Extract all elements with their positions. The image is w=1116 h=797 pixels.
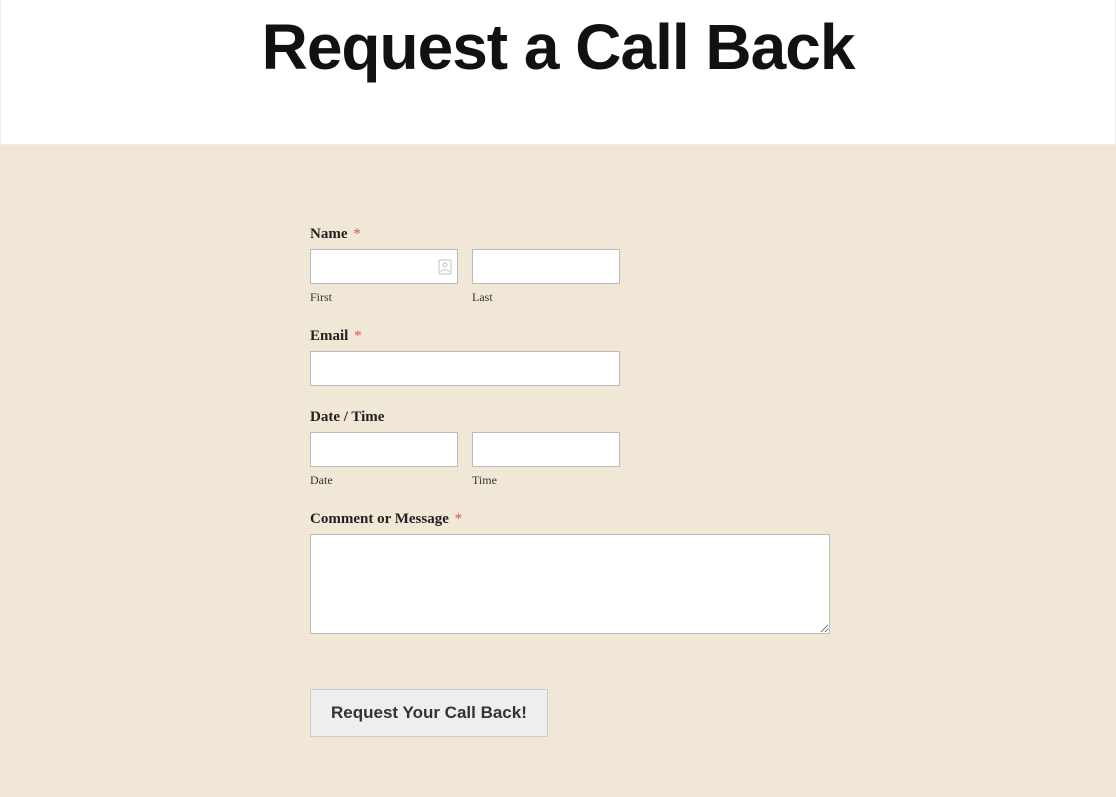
datetime-label: Date / Time (310, 409, 384, 426)
name-field-group: Name * First L (310, 225, 830, 305)
time-col: Time (472, 432, 620, 488)
time-input[interactable] (472, 432, 620, 467)
date-input[interactable] (310, 432, 458, 467)
submit-button[interactable]: Request Your Call Back! (310, 689, 548, 737)
first-name-wrapper (310, 249, 458, 284)
comment-input-row (310, 534, 830, 639)
first-name-col: First (310, 249, 458, 305)
contact-card-icon (438, 259, 452, 275)
first-name-sublabel: First (310, 290, 458, 305)
email-label-text: Email (310, 328, 348, 344)
callback-form: Name * First L (310, 225, 830, 737)
email-required-indicator: * (354, 328, 362, 344)
name-required-indicator: * (353, 226, 361, 242)
page-title: Request a Call Back (1, 0, 1115, 84)
last-name-sublabel: Last (472, 290, 620, 305)
comment-required-indicator: * (455, 511, 463, 527)
date-col: Date (310, 432, 458, 488)
first-name-input[interactable] (310, 249, 458, 284)
comment-field-group: Comment or Message * (310, 510, 830, 639)
email-field-group: Email * (310, 327, 830, 386)
name-label: Name * (310, 226, 361, 243)
email-input[interactable] (310, 351, 620, 386)
name-label-text: Name (310, 226, 348, 242)
last-name-col: Last (472, 249, 620, 305)
page-header: Request a Call Back (0, 0, 1116, 145)
form-section: Name * First L (0, 145, 1116, 797)
date-sublabel: Date (310, 473, 458, 488)
time-sublabel: Time (472, 473, 620, 488)
email-label: Email * (310, 328, 362, 345)
name-input-row: First Last (310, 249, 830, 305)
comment-label: Comment or Message * (310, 511, 462, 528)
datetime-field-group: Date / Time Date Time (310, 408, 830, 488)
comment-textarea[interactable] (310, 534, 830, 634)
email-input-row (310, 351, 830, 386)
datetime-input-row: Date Time (310, 432, 830, 488)
last-name-input[interactable] (472, 249, 620, 284)
comment-label-text: Comment or Message (310, 511, 449, 527)
